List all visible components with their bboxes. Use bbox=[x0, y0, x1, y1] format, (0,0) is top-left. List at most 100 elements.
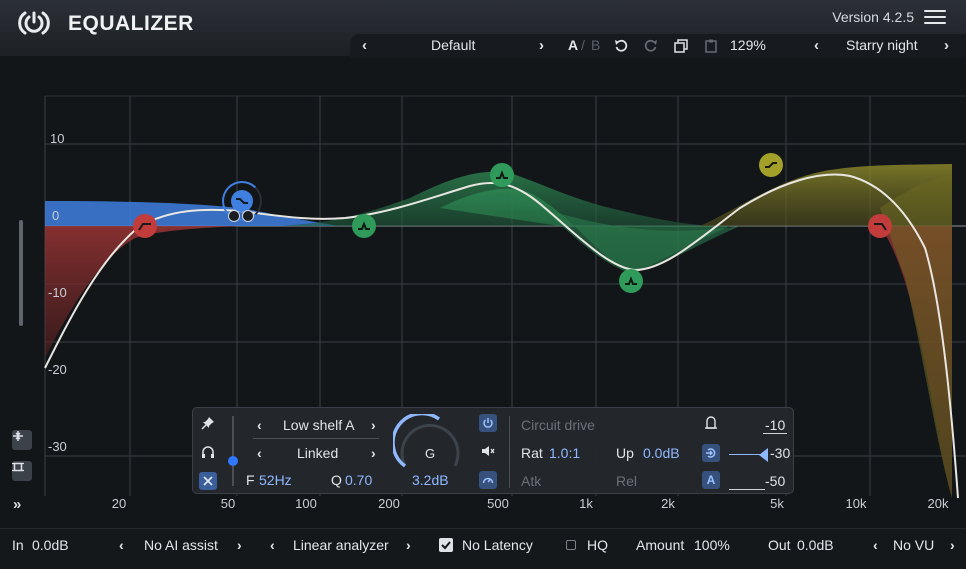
expand-panel-button[interactable]: » bbox=[13, 496, 21, 513]
band-node-bell-3[interactable] bbox=[619, 269, 643, 293]
high-cut-icon bbox=[874, 223, 887, 231]
hq-checkbox[interactable] bbox=[566, 540, 576, 550]
range-underline-1 bbox=[763, 433, 787, 434]
vu-next-button[interactable]: › bbox=[950, 537, 955, 553]
amount-label: Amount bbox=[636, 537, 685, 553]
close-icon bbox=[203, 476, 213, 486]
ai-prev-button[interactable]: ‹ bbox=[119, 537, 124, 553]
band-node-low-cut[interactable] bbox=[133, 214, 157, 238]
filter-shape[interactable]: Low shelf A bbox=[283, 417, 355, 433]
ab-a-button[interactable]: A bbox=[568, 37, 578, 53]
gain-label: G bbox=[425, 446, 436, 461]
amount-value[interactable]: 100% bbox=[694, 537, 730, 553]
freq-label-50: 50 bbox=[220, 496, 236, 511]
band-mix-slider-track[interactable] bbox=[232, 416, 234, 486]
attack-label[interactable]: Atk bbox=[521, 473, 541, 489]
style-name[interactable]: Starry night bbox=[846, 37, 918, 53]
fit-frame-icon[interactable] bbox=[12, 461, 32, 481]
power-logo-icon bbox=[14, 8, 54, 38]
stereo-mode[interactable]: Linked bbox=[297, 445, 338, 461]
undo-icon[interactable] bbox=[614, 39, 628, 53]
sidechain-icon[interactable] bbox=[702, 444, 720, 462]
input-gain-value[interactable]: 0.0dB bbox=[32, 537, 69, 553]
q-value[interactable]: 0.70 bbox=[345, 472, 372, 488]
title-bar: EQUALIZER Version 4.2.5 bbox=[0, 0, 966, 35]
hq-label[interactable]: HQ bbox=[587, 537, 608, 553]
vu-prev-button[interactable]: ‹ bbox=[873, 537, 878, 553]
analyzer-mode[interactable]: Linear analyzer bbox=[293, 537, 389, 553]
high-shelf-icon bbox=[765, 162, 777, 168]
preset-name[interactable]: Default bbox=[431, 37, 475, 53]
stereo-next-button[interactable]: › bbox=[371, 445, 376, 461]
no-latency-label[interactable]: No Latency bbox=[462, 537, 533, 553]
gain-value[interactable]: 3.2dB bbox=[412, 472, 449, 488]
link-icon-left[interactable] bbox=[228, 210, 240, 222]
stereo-prev-button[interactable]: ‹ bbox=[257, 445, 262, 461]
bell-icon bbox=[496, 170, 508, 179]
shape-prev-button[interactable]: ‹ bbox=[257, 417, 262, 433]
freq-value[interactable]: 52Hz bbox=[259, 472, 292, 488]
copy-icon[interactable] bbox=[674, 39, 688, 53]
main-menu-icon[interactable] bbox=[924, 10, 946, 24]
zoom-level[interactable]: 129% bbox=[730, 37, 766, 53]
vu-mode[interactable]: No VU bbox=[893, 537, 934, 553]
low-cut-band-area bbox=[45, 226, 240, 358]
paste-icon[interactable] bbox=[704, 39, 718, 53]
range-value-top: -10 bbox=[765, 417, 786, 433]
style-prev-button[interactable]: ‹ bbox=[814, 37, 819, 54]
ai-next-button[interactable]: › bbox=[237, 537, 242, 553]
analyzer-next-button[interactable]: › bbox=[406, 537, 411, 553]
speaker-icon[interactable] bbox=[481, 444, 495, 461]
pin-icon[interactable] bbox=[201, 416, 215, 433]
band-power-icon[interactable] bbox=[479, 414, 497, 432]
auto-threshold-button[interactable]: A bbox=[702, 471, 720, 489]
threshold-meter-icon[interactable] bbox=[704, 416, 718, 433]
dynamics-gauge-icon[interactable] bbox=[479, 471, 497, 489]
ab-b-button[interactable]: B bbox=[591, 37, 600, 53]
band-node-high-cut[interactable] bbox=[868, 214, 892, 238]
band-node-high-shelf[interactable] bbox=[759, 153, 783, 177]
link-badges[interactable] bbox=[228, 210, 256, 222]
freq-label-10k: 10k bbox=[845, 496, 867, 511]
no-latency-checkbox[interactable] bbox=[439, 538, 453, 552]
auto-label: A bbox=[706, 473, 716, 487]
shape-divider bbox=[253, 438, 379, 439]
band-node-low-shelf[interactable] bbox=[231, 190, 253, 212]
preset-next-button[interactable]: › bbox=[539, 37, 544, 54]
freq-label-1k: 1k bbox=[579, 496, 593, 511]
fit-vertical-icon[interactable] bbox=[12, 430, 32, 450]
output-gain-value[interactable]: 0.0dB bbox=[797, 537, 834, 553]
range-scrollbar[interactable] bbox=[19, 220, 23, 326]
range-value-mid: -30 bbox=[770, 445, 791, 461]
link-icon-right[interactable] bbox=[242, 210, 254, 222]
q-label: Q bbox=[331, 472, 342, 488]
band-mix-slider-thumb[interactable] bbox=[228, 456, 238, 466]
release-label[interactable]: Rel bbox=[616, 473, 637, 489]
preset-prev-button[interactable]: ‹ bbox=[362, 37, 367, 54]
db-label-minus-20: -20 bbox=[48, 362, 67, 377]
bell-icon bbox=[358, 221, 370, 230]
freq-label-5k: 5k bbox=[770, 496, 784, 511]
band-node-bell-1[interactable] bbox=[352, 214, 376, 238]
shape-next-button[interactable]: › bbox=[371, 417, 376, 433]
gain-knob[interactable] bbox=[391, 411, 467, 470]
style-next-button[interactable]: › bbox=[944, 37, 949, 54]
low-shelf-icon bbox=[236, 198, 248, 204]
circuit-drive-title[interactable]: Circuit drive bbox=[521, 417, 595, 433]
headphones-icon[interactable] bbox=[201, 445, 215, 462]
drive-divider bbox=[509, 416, 510, 488]
up-label: Up bbox=[616, 445, 634, 461]
range-value-bottom: -50 bbox=[765, 473, 786, 489]
band-node-bell-2[interactable] bbox=[490, 163, 514, 187]
ai-assist-mode[interactable]: No AI assist bbox=[144, 537, 218, 553]
db-label-minus-10: -10 bbox=[48, 285, 67, 300]
ratio-value[interactable]: 1.0:1 bbox=[549, 445, 580, 461]
redo-icon[interactable] bbox=[644, 39, 658, 53]
threshold-slider-thumb[interactable] bbox=[759, 448, 768, 462]
analyzer-prev-button[interactable]: ‹ bbox=[270, 537, 275, 553]
input-gain-label: In bbox=[12, 537, 24, 553]
band-settings-panel: ‹ Low shelf A › ‹ Linked › F 52Hz Q 0.70… bbox=[192, 407, 794, 494]
delete-band-button[interactable] bbox=[199, 472, 217, 490]
up-value[interactable]: 0.0dB bbox=[643, 445, 680, 461]
output-gain-label: Out bbox=[768, 537, 791, 553]
